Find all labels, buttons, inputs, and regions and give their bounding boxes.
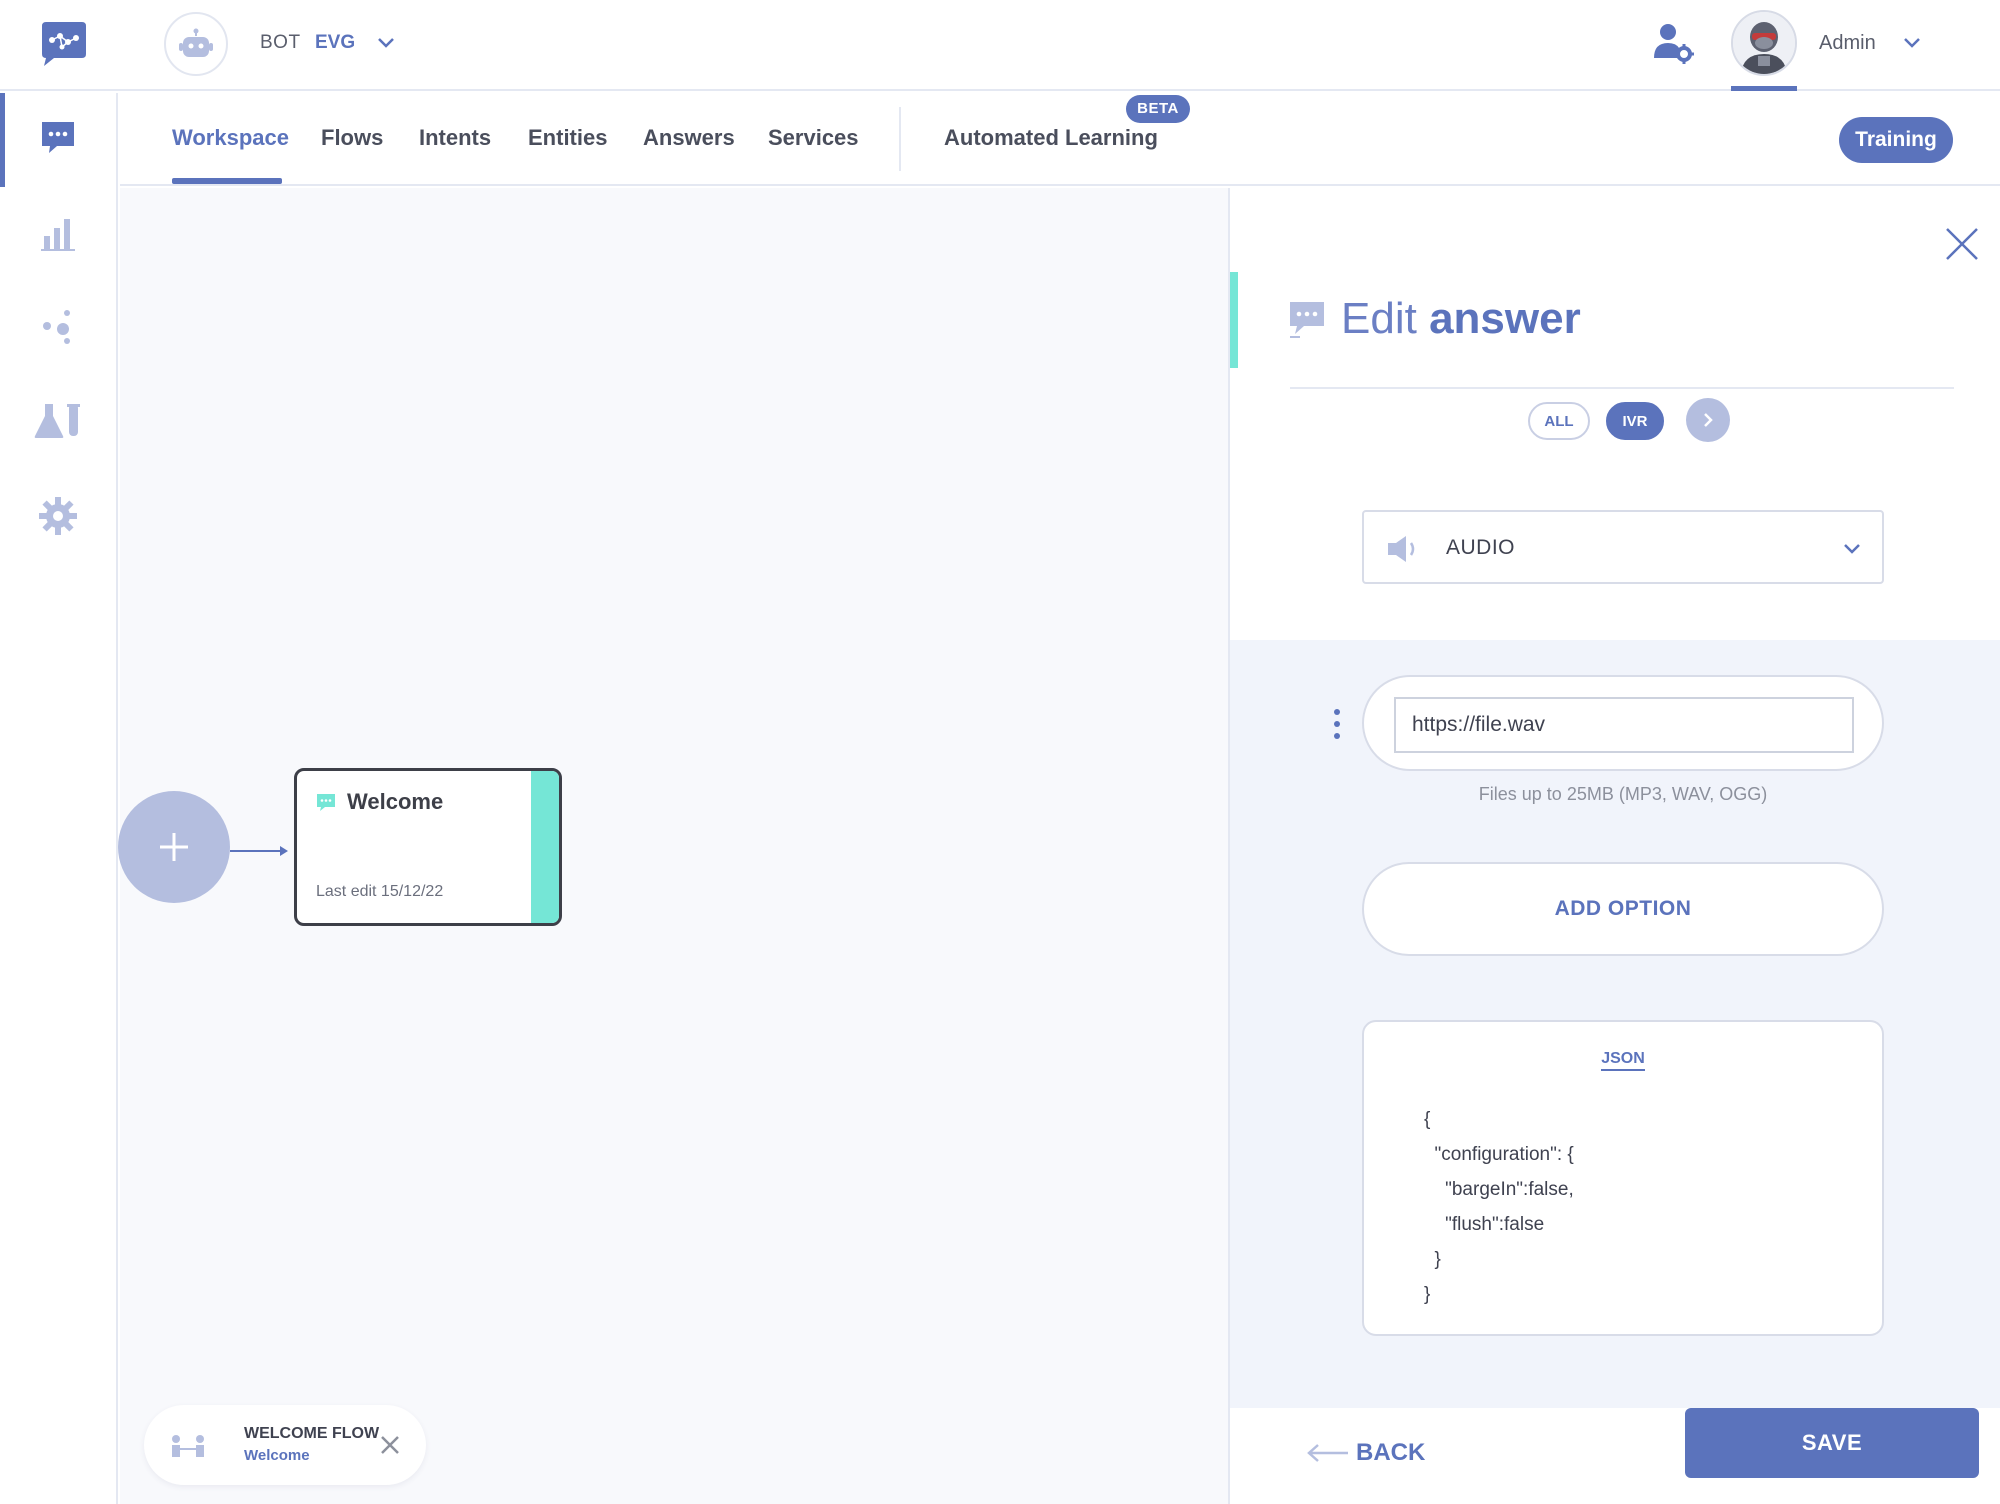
answer-chat-icon (317, 794, 335, 811)
tab-intents[interactable]: Intents (419, 125, 491, 151)
main-nav: Workspace Flows Intents Entities Answers… (120, 93, 2000, 186)
admin-name[interactable]: Admin (1819, 32, 1876, 55)
tab-answers[interactable]: Answers (643, 125, 735, 151)
bot-label: BOT (260, 32, 301, 53)
user-settings-icon[interactable] (1652, 22, 1694, 64)
left-sidebar (0, 93, 118, 1504)
json-label-text: JSON (1601, 1050, 1645, 1071)
robot-icon (179, 28, 213, 57)
node-last-edit: Last edit 15/12/22 (316, 883, 444, 900)
chevron-right-icon (1704, 413, 1713, 427)
flow-canvas[interactable]: Welcome Last edit 15/12/22 WELCOME FLOW … (118, 188, 1228, 1504)
tab-flows[interactable]: Flows (321, 125, 383, 151)
admin-menu-chevron-down-icon[interactable] (1902, 36, 1922, 50)
bar-chart-icon (41, 219, 75, 251)
plus-icon (160, 833, 188, 861)
tab-workspace[interactable]: Workspace (172, 125, 289, 151)
json-config-box[interactable]: JSON { "configuration": { "bargeIn":fals… (1362, 1020, 1884, 1336)
chevron-down-icon (1844, 544, 1860, 554)
beta-badge: BETA (1126, 95, 1190, 123)
sidebar-item-conversations[interactable] (0, 93, 116, 187)
answer-chat-icon (1290, 302, 1324, 338)
nav-divider (899, 107, 901, 171)
tab-automated-learning[interactable]: Automated Learning (944, 125, 1158, 151)
edit-answer-panel: Edit answer ALL IVR AUDIO Files up to 25… (1228, 188, 2000, 1504)
sidebar-item-analytics[interactable] (0, 188, 116, 278)
close-panel-icon[interactable] (1944, 226, 1980, 262)
chat-icon (42, 122, 74, 153)
back-button[interactable]: BACK (1306, 1428, 1446, 1478)
admin-avatar[interactable] (1731, 10, 1797, 76)
lab-flask-icon (34, 404, 80, 438)
audio-url-input[interactable] (1394, 697, 1854, 753)
speaker-icon (1388, 536, 1415, 562)
gear-icon (39, 497, 77, 535)
bot-selector-chevron-down-icon[interactable] (376, 36, 396, 50)
add-option-button[interactable]: ADD OPTION (1362, 862, 1884, 956)
panel-divider (1290, 387, 1954, 389)
file-size-hint: Files up to 25MB (MP3, WAV, OGG) (1478, 784, 1768, 804)
panel-title-bold: answer (1429, 294, 1581, 343)
filter-all-pill[interactable]: ALL (1528, 402, 1590, 440)
training-button[interactable]: Training (1839, 117, 1953, 163)
close-icon[interactable] (378, 1433, 402, 1457)
current-flow-chip[interactable]: WELCOME FLOW Welcome (144, 1405, 426, 1485)
flow-chip-title: WELCOME FLOW (244, 1425, 380, 1442)
sidebar-item-network[interactable] (0, 281, 116, 371)
json-tab-label[interactable]: JSON (1364, 1050, 1882, 1071)
tab-entities[interactable]: Entities (528, 125, 607, 151)
node-accent-bar (531, 771, 559, 923)
save-button[interactable]: SAVE (1685, 1408, 1979, 1478)
panel-accent-bar (1230, 272, 1238, 368)
bot-avatar[interactable] (164, 12, 228, 76)
arrow-left-icon (1307, 1444, 1348, 1462)
filter-next-button[interactable] (1686, 398, 1730, 442)
add-node-button[interactable] (118, 791, 230, 903)
sidebar-item-lab[interactable] (0, 376, 116, 466)
sidebar-item-settings[interactable] (0, 471, 116, 561)
answer-type-value: AUDIO (1446, 536, 1516, 559)
bot-name[interactable]: EVG (315, 32, 355, 54)
active-tab-indicator (172, 178, 282, 184)
welcome-node-card[interactable]: Welcome Last edit 15/12/22 (294, 768, 562, 926)
network-icon (43, 310, 70, 344)
flow-icon (172, 1435, 204, 1457)
tab-services[interactable]: Services (768, 125, 859, 151)
answer-options-area: Files up to 25MB (MP3, WAV, OGG) ADD OPT… (1230, 640, 2000, 1408)
json-code[interactable]: { "configuration": { "bargeIn":false, "f… (1424, 1102, 1574, 1312)
flow-chip-subtitle: Welcome (244, 1447, 310, 1464)
drag-handle-icon[interactable] (1332, 708, 1342, 740)
panel-title-prefix: Edit (1341, 294, 1417, 343)
panel-title: Edit answer (1341, 294, 1581, 344)
top-bar: BOT EVG Admin (0, 0, 2000, 91)
audio-url-option (1362, 675, 1884, 771)
filter-ivr-pill[interactable]: IVR (1606, 402, 1664, 440)
app-logo-icon[interactable] (38, 20, 86, 68)
back-button-label: BACK (1356, 1439, 1426, 1466)
answer-type-select[interactable]: AUDIO (1362, 510, 1884, 584)
admin-active-indicator (1731, 86, 1797, 91)
node-title: Welcome (347, 789, 444, 814)
